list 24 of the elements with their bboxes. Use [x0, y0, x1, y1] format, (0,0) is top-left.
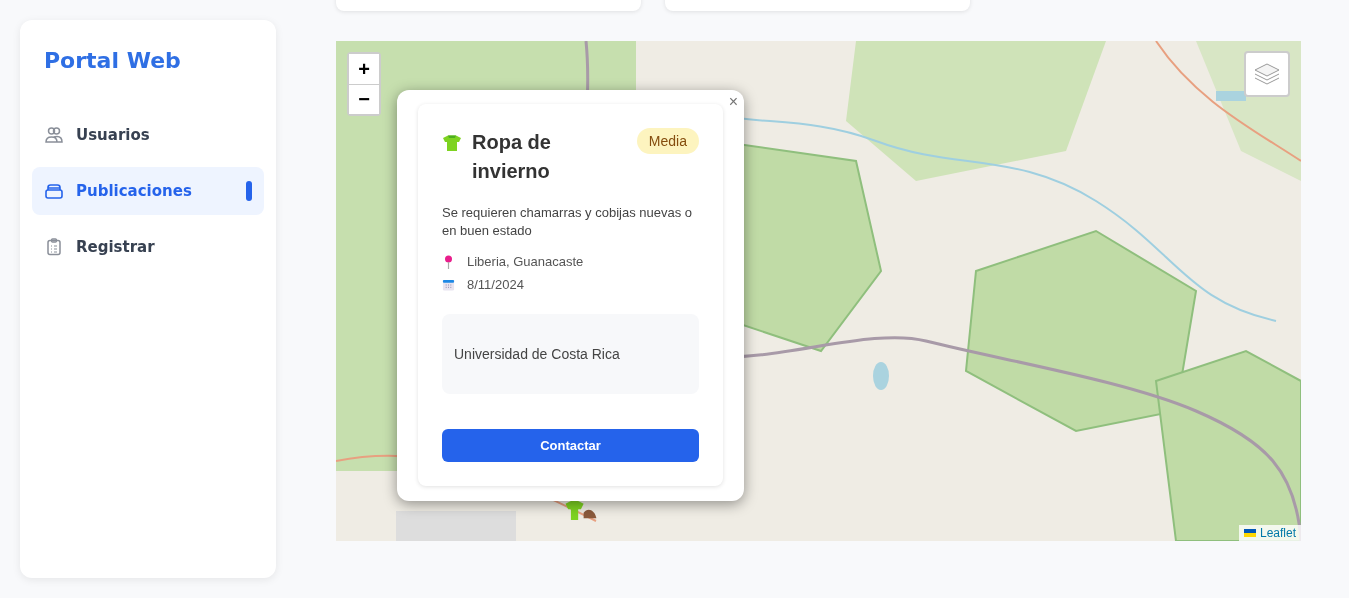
sidebar-item[interactable]: Registrar — [32, 223, 264, 271]
contact-button[interactable]: Contactar — [442, 429, 699, 462]
map[interactable]: + − × Ropa de invierno Media Se requieren chamarras y cobijas nuevas o en buen estado Liberia, Guanacaste 8/11/2024 Universidad de Costa Rica Contactar Leaflet — [336, 41, 1301, 541]
shirt-icon — [442, 135, 462, 151]
clipboard-icon — [44, 237, 64, 257]
pin-icon — [442, 254, 455, 269]
priority-badge: Media — [636, 128, 699, 154]
publication-title: Ropa de invierno — [472, 130, 552, 184]
location-text: Liberia, Guanacaste — [467, 254, 584, 269]
zoom-out-button[interactable]: − — [349, 84, 379, 114]
organization-name: Universidad de Costa Rica — [454, 346, 620, 362]
date-text: 8/11/2024 — [467, 277, 524, 292]
brand-title: Portal Web — [43, 48, 182, 73]
layers-button[interactable] — [1244, 51, 1290, 97]
active-indicator — [246, 181, 252, 201]
calendar-icon — [442, 277, 455, 292]
flag-icon — [1243, 529, 1256, 537]
attribution-link[interactable]: Leaflet — [1238, 525, 1301, 541]
users-icon — [44, 125, 64, 145]
close-button[interactable]: × — [728, 94, 738, 110]
sidebar-item[interactable]: Usuarios — [32, 111, 264, 159]
tray-icon — [44, 181, 64, 201]
publication-description: Se requieren chamarras y cobijas nuevas o en buen estado — [442, 204, 694, 240]
sidebar-item[interactable]: Publicaciones — [32, 167, 264, 215]
